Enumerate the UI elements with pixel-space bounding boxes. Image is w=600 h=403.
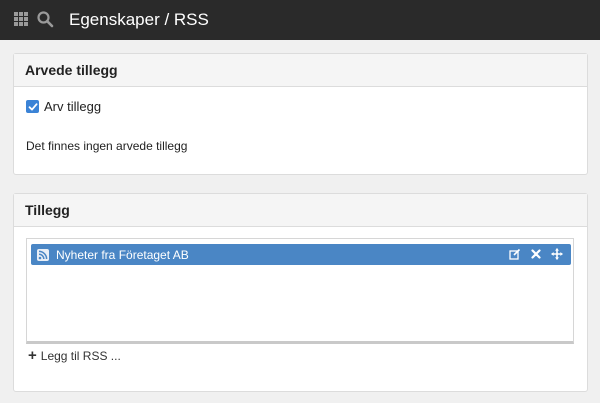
addons-list: Nyheter fra Företaget AB bbox=[26, 238, 574, 344]
search-icon[interactable] bbox=[36, 10, 54, 28]
addons-panel: Tillegg Nyheter fra Företaget AB + Legg … bbox=[13, 193, 588, 392]
close-icon[interactable] bbox=[529, 247, 542, 261]
rss-icon bbox=[37, 248, 49, 261]
move-icon[interactable] bbox=[550, 247, 563, 261]
plus-icon: + bbox=[28, 347, 37, 364]
apps-grid-icon[interactable] bbox=[14, 12, 28, 26]
add-rss-label: Legg til RSS ... bbox=[40, 349, 121, 363]
add-rss-button[interactable]: + Legg til RSS ... bbox=[28, 347, 121, 364]
inherit-addons-label: Arv tillegg bbox=[44, 99, 102, 114]
inherited-addons-panel: Arvede tillegg Arv tillegg Det finnes in… bbox=[13, 53, 588, 175]
edit-icon[interactable] bbox=[508, 247, 521, 261]
page-title: Egenskaper / RSS bbox=[69, 10, 209, 29]
inherit-addons-checkbox-row[interactable]: Arv tillegg bbox=[26, 99, 101, 114]
checkmark-icon bbox=[28, 102, 38, 110]
inherited-addons-heading: Arvede tillegg bbox=[14, 54, 587, 87]
top-bar: Egenskaper / RSS bbox=[0, 0, 600, 40]
inherit-addons-checkbox[interactable] bbox=[26, 100, 39, 113]
list-item[interactable]: Nyheter fra Företaget AB bbox=[31, 244, 571, 265]
addons-heading: Tillegg bbox=[14, 194, 587, 227]
list-item-label: Nyheter fra Företaget AB bbox=[56, 247, 189, 262]
empty-state-text: Det finnes ingen arvede tillegg bbox=[26, 139, 188, 153]
